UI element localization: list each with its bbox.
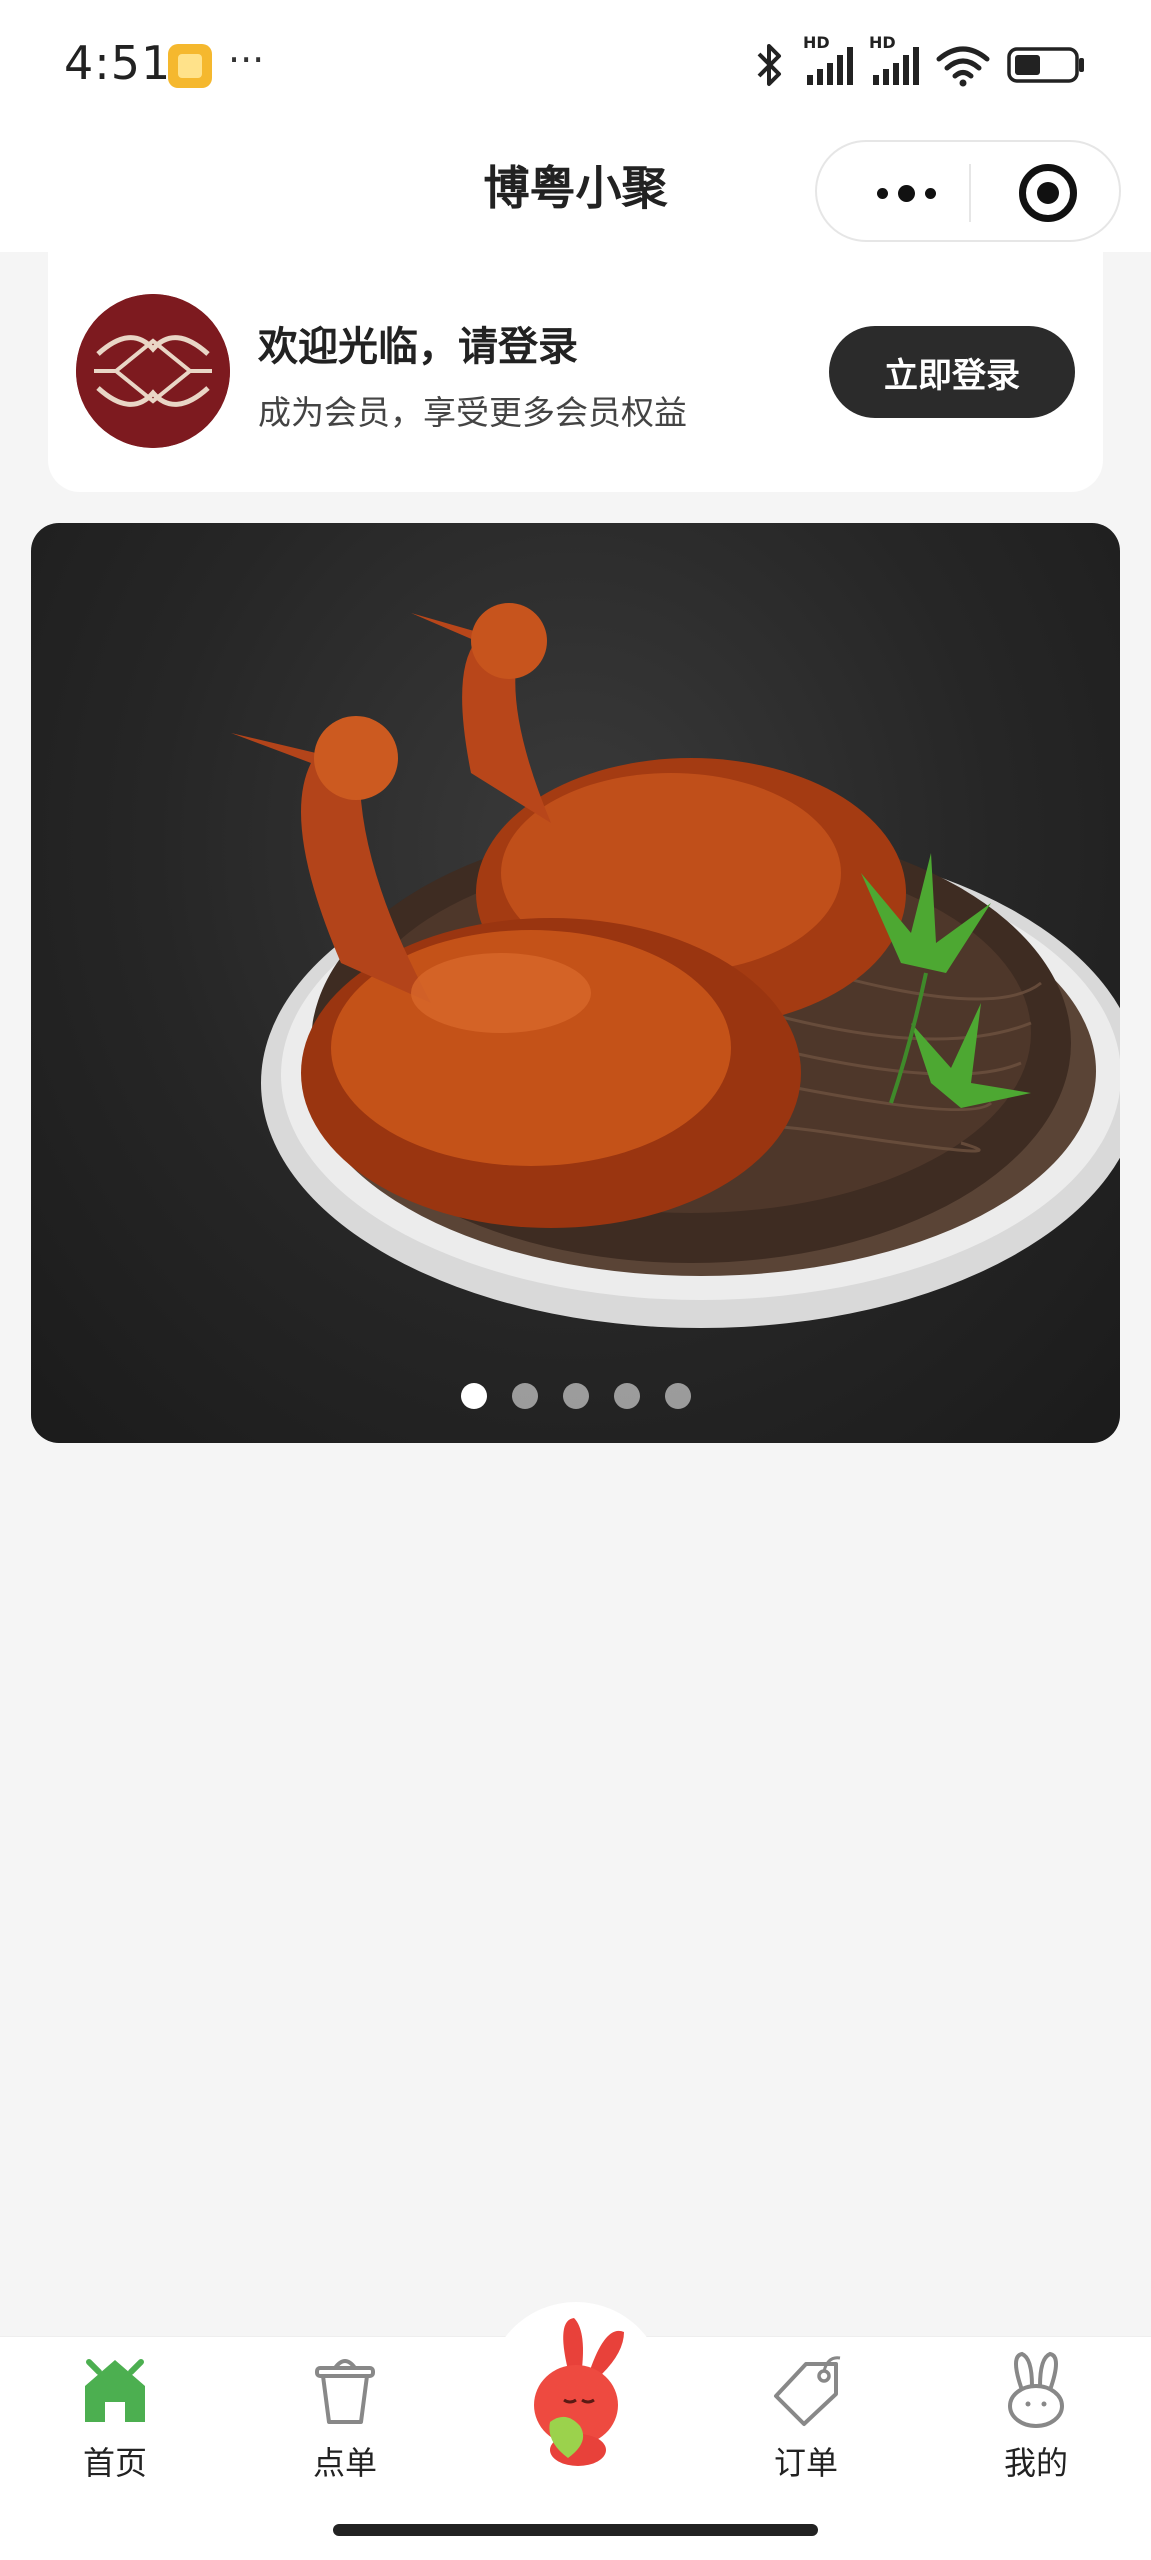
- banner-image: [231, 603, 1120, 1328]
- tab-home-label: 首页: [82, 2444, 147, 2482]
- status-more-text: ···: [228, 38, 265, 82]
- status-icons: HD HD: [753, 33, 1087, 90]
- carousel-dot[interactable]: [664, 1383, 691, 1409]
- navigation-header: 博粤小聚: [0, 130, 1151, 252]
- tab-orders[interactable]: 订单: [706, 2350, 906, 2482]
- rabbit-mascot-icon: [506, 2310, 646, 2470]
- welcome-title: 欢迎光临，请登录: [258, 324, 578, 370]
- login-button[interactable]: 立即登录: [829, 326, 1075, 418]
- tab-home[interactable]: 首页: [15, 2350, 215, 2482]
- tab-profile-label: 我的: [1003, 2444, 1068, 2482]
- member-login-card: 欢迎光临，请登录 成为会员，享受更多会员权益 立即登录: [48, 252, 1103, 492]
- brand-logo: [76, 294, 230, 448]
- home-icon: [75, 2350, 155, 2430]
- home-indicator[interactable]: [333, 2524, 818, 2536]
- battery-icon: [1007, 47, 1084, 83]
- mini-program-capsule: [815, 140, 1121, 242]
- bluetooth-icon: [757, 44, 781, 86]
- tab-order-food-label: 点单: [312, 2444, 377, 2482]
- banner-carousel[interactable]: [31, 523, 1120, 1443]
- rabbit-face-icon: [996, 2350, 1076, 2430]
- capsule-divider: [969, 164, 971, 222]
- wifi-icon: [936, 46, 990, 87]
- status-time: 4:51: [64, 36, 172, 90]
- page: 4:51 ··· HD HD 博粤小聚 欢迎光临，请登录 成为会员，享受更多会员…: [0, 0, 1151, 2560]
- carousel-dot[interactable]: [460, 1383, 487, 1409]
- tab-order-food[interactable]: 点单: [245, 2350, 445, 2482]
- cup-icon: [305, 2350, 385, 2430]
- carousel-dot[interactable]: [511, 1383, 538, 1409]
- signal-icon-2: HD: [869, 33, 919, 85]
- signal-icon: HD: [803, 33, 853, 85]
- more-dots-icon[interactable]: [861, 178, 951, 208]
- tab-profile[interactable]: 我的: [936, 2350, 1136, 2482]
- tab-center-mascot[interactable]: [476, 2310, 676, 2466]
- hd-label-2: HD: [869, 33, 896, 52]
- tab-orders-label: 订单: [773, 2444, 838, 2482]
- carousel-indicator: [31, 1383, 1120, 1409]
- notes-app-icon: [168, 44, 212, 88]
- tag-icon: [766, 2350, 846, 2430]
- target-icon[interactable]: [1019, 164, 1077, 222]
- hd-label: HD: [803, 33, 830, 52]
- carousel-dot[interactable]: [562, 1383, 589, 1409]
- carousel-dot[interactable]: [613, 1383, 640, 1409]
- status-bar: 4:51 ··· HD HD: [0, 0, 1151, 130]
- welcome-subtitle: 成为会员，享受更多会员权益: [258, 393, 687, 432]
